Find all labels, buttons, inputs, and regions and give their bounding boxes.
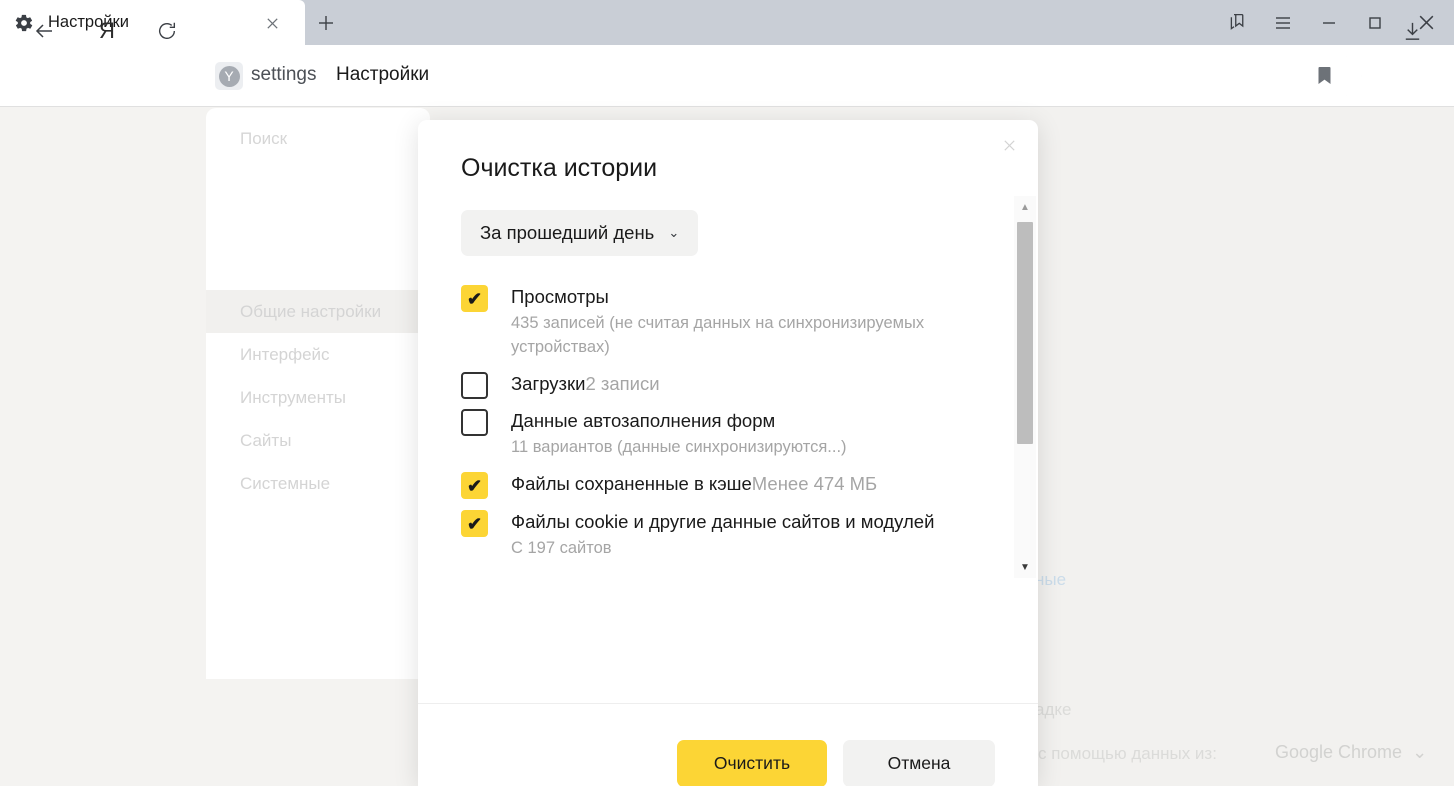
check-icon: ✔	[466, 513, 483, 534]
bookmarks-panel-icon[interactable]	[1214, 0, 1260, 45]
cancel-button[interactable]: Отмена	[843, 739, 995, 786]
option-label: Просмотры	[511, 284, 981, 311]
sidebar-item-label: Сайты	[240, 430, 292, 450]
option-label: Данные автозаполнения форм	[511, 408, 981, 435]
address-page-title: Настройки	[336, 64, 430, 85]
sidebar-item-general[interactable]: Общие настройки	[206, 290, 430, 333]
check-icon: ✔	[466, 475, 483, 496]
check-icon: ✔	[466, 288, 483, 309]
option-title: Файлы cookie и другие данные сайтов и мо…	[511, 511, 935, 533]
checkbox-autofill[interactable]	[461, 409, 488, 437]
data-type-options-list: ✔ Просмотры 435 записей (не считая данны…	[461, 284, 981, 563]
reload-icon[interactable]	[150, 14, 184, 48]
time-period-value: За прошедший день	[480, 222, 655, 243]
minimize-icon[interactable]	[1306, 0, 1352, 45]
option-row-downloads[interactable]: Загрузки2 записи	[461, 371, 981, 399]
sidebar-item-interface[interactable]: Интерфейс	[206, 333, 430, 376]
sidebar-item-label: Общие настройки	[240, 301, 382, 321]
option-description: С 197 сайтов	[511, 538, 612, 557]
back-icon[interactable]	[27, 14, 61, 48]
sidebar-item-tools[interactable]: Инструменты	[206, 376, 430, 419]
option-title: Загрузки	[511, 372, 586, 394]
clear-history-dialog: Очистка истории За прошедший день ⌄ ✔ Пр…	[418, 120, 1038, 786]
sidebar-item-sites[interactable]: Сайты	[206, 419, 430, 462]
checkbox-browsing-history[interactable]: ✔	[461, 285, 488, 312]
import-from-label: с помощью данных из:	[1038, 744, 1217, 763]
options-scroll-area: ✔ Просмотры 435 записей (не считая данны…	[418, 284, 1038, 702]
dialog-title: Очистка истории	[461, 154, 658, 182]
sidebar-item-system[interactable]: Системные	[206, 462, 430, 505]
option-title: Файлы сохраненные в кэше	[511, 473, 752, 495]
checkbox-downloads[interactable]	[461, 371, 488, 399]
sidebar-item-label: Интерфейс	[240, 344, 330, 364]
sidebar-item-label: Системные	[240, 473, 331, 493]
option-row-browsing-history[interactable]: ✔ Просмотры 435 записей (не считая данны…	[461, 284, 981, 360]
import-source-value: Google Chrome	[1275, 742, 1403, 762]
dialog-scrollbar[interactable]: ▲ ▼	[1014, 196, 1036, 578]
background-text-fragment: адке	[1035, 700, 1072, 719]
option-count: 2 записи	[585, 372, 660, 394]
option-title: Данные автозаполнения форм	[511, 410, 776, 432]
option-title: Просмотры	[511, 286, 609, 307]
dialog-action-bar: Очистить Отмена	[418, 703, 1038, 786]
checkbox-cookies[interactable]: ✔	[461, 510, 488, 538]
yandex-favicon-letter: Y	[218, 65, 240, 87]
time-period-dropdown[interactable]: За прошедший день ⌄	[461, 210, 699, 256]
address-scheme: settings	[251, 64, 317, 85]
scroll-up-icon[interactable]: ▲	[1014, 196, 1036, 218]
option-label: Загрузки2 записи	[511, 371, 981, 398]
title-bar: Настройки	[0, 0, 1454, 45]
option-label: Файлы cookie и другие данные сайтов и мо…	[511, 509, 981, 536]
checkbox-cached-files[interactable]: ✔	[461, 472, 488, 500]
scroll-down-icon[interactable]: ▼	[1014, 556, 1036, 578]
browser-menu-icon[interactable]	[1260, 0, 1306, 45]
new-tab-icon[interactable]	[310, 8, 342, 38]
sidebar-item-label: Инструменты	[240, 387, 347, 407]
option-size: Менее 474 МБ	[751, 473, 878, 495]
tab-close-icon[interactable]	[259, 10, 285, 36]
yandex-glyph: Я	[99, 18, 115, 43]
option-description: 11 вариантов (данные синхронизируются...…	[511, 438, 847, 457]
option-row-cached-files[interactable]: ✔ Файлы сохраненные в кэшеМенее 474 МБ	[461, 471, 981, 500]
background-link-fragment[interactable]: ные	[1035, 570, 1066, 590]
yandex-home-icon[interactable]: Я	[90, 14, 124, 48]
maximize-icon[interactable]	[1352, 0, 1398, 45]
chevron-down-icon: ⌄	[1412, 742, 1428, 762]
bookmark-icon[interactable]	[1311, 62, 1337, 90]
import-source-dropdown[interactable]: Google Chrome ⌄	[1265, 738, 1438, 767]
sidebar-search-input[interactable]: Поиск	[206, 108, 430, 170]
option-description: 435 записей (не считая данных на синхрон…	[511, 313, 925, 356]
site-favicon: Y	[215, 62, 243, 90]
downloads-icon[interactable]	[1395, 14, 1429, 48]
option-row-autofill[interactable]: Данные автозаполнения форм 11 вариантов …	[461, 408, 981, 460]
browser-window: Настройки Я Y settings Настройки Поиск О…	[0, 0, 1454, 786]
option-label: Файлы сохраненные в кэшеМенее 474 МБ	[511, 471, 981, 498]
dialog-close-icon[interactable]	[994, 130, 1024, 160]
scrollbar-thumb[interactable]	[1017, 222, 1033, 444]
chevron-down-icon: ⌄	[668, 225, 680, 240]
option-row-cookies[interactable]: ✔ Файлы cookie и другие данные сайтов и …	[461, 509, 981, 561]
clear-button[interactable]: Очистить	[677, 739, 827, 786]
